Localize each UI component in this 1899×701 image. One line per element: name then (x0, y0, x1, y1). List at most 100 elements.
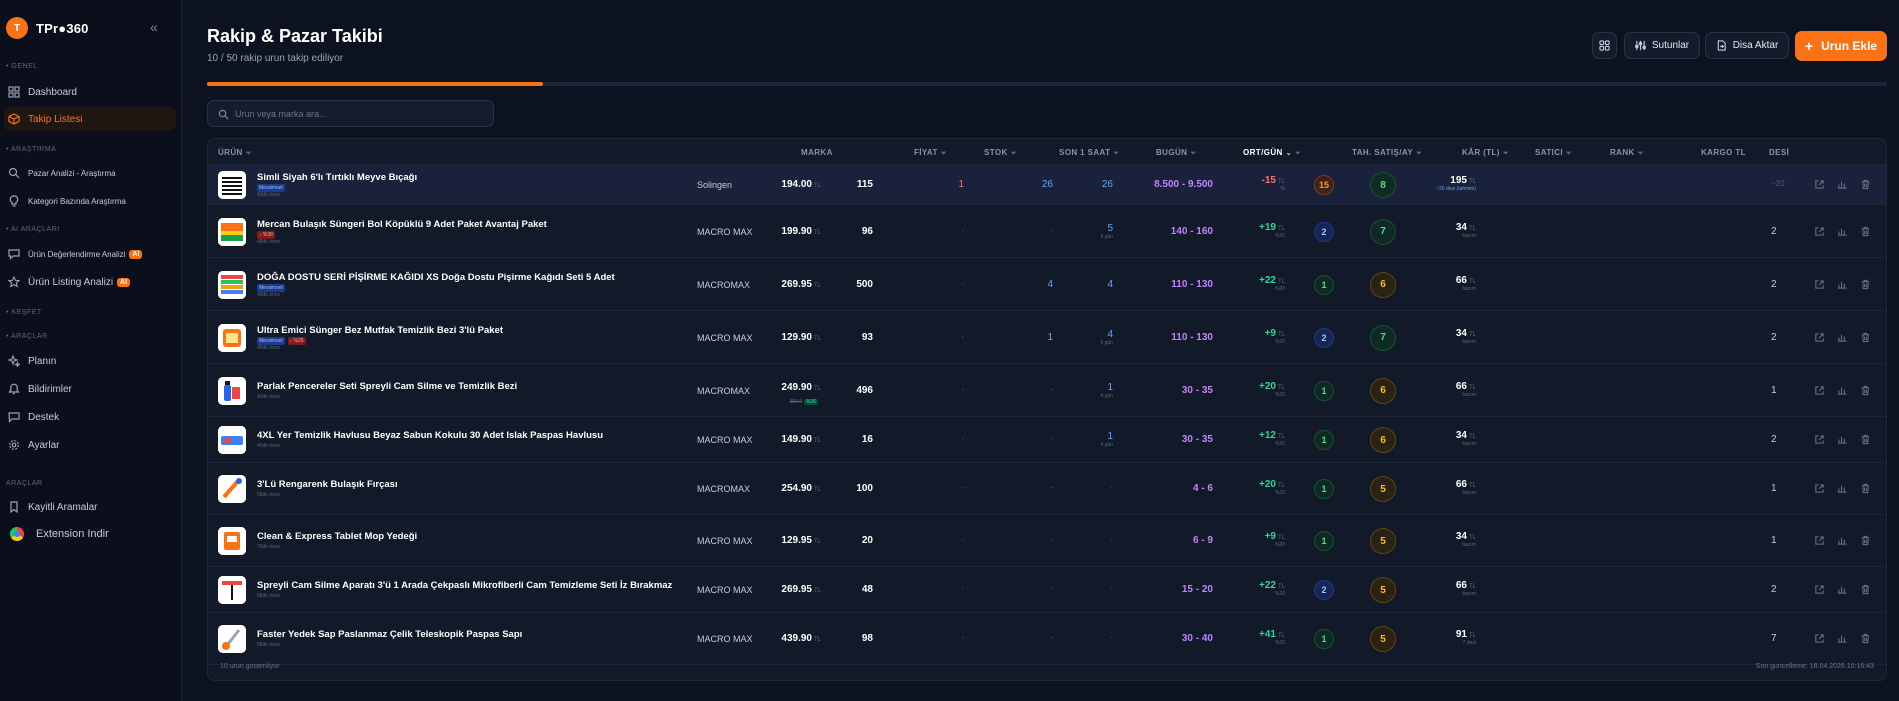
table-row[interactable]: 4XL Yer Temizlik Havlusu Beyaz Sabun Kok… (208, 417, 1886, 463)
columns-button[interactable]: Sutunlar (1624, 32, 1700, 59)
sidebar-item-dashboard[interactable]: Dashboard (4, 80, 176, 104)
product-thumbnail[interactable] (218, 475, 246, 503)
column-header-satici[interactable]: SATICI ⏷ (1535, 148, 1572, 158)
sidebar-item-bildirimler[interactable]: Bildirimler (4, 377, 176, 401)
trash-icon[interactable] (1860, 584, 1871, 595)
product-thumbnail[interactable] (218, 625, 246, 653)
sidebar-item-extension-indir[interactable]: Extension Indir (4, 522, 176, 546)
chart-icon[interactable] (1837, 385, 1848, 396)
chart-icon[interactable] (1837, 279, 1848, 290)
product-thumbnail[interactable] (218, 217, 246, 246)
today-cell: - (1050, 483, 1053, 492)
column-header-tahsatis[interactable]: TAH. SATIŞ/AY ⏷ (1352, 148, 1422, 158)
column-header-marka[interactable]: MARKA (801, 148, 833, 157)
section-label-ai-araclari: • AI ARAÇLARI (6, 226, 60, 233)
product-thumbnail[interactable] (218, 270, 246, 299)
table-row[interactable]: 3'Lü Rengarenk Bulaşık Fırçası 58dk önce M… (208, 463, 1886, 515)
column-header-son1saat[interactable]: SON 1 SAAT ⏷ (1059, 148, 1119, 158)
product-thumbnail[interactable] (218, 171, 246, 199)
collapse-sidebar-icon[interactable]: « (150, 19, 158, 35)
sidebar-item-urun-degerlendirme[interactable]: Ürün Değerlendirme Analizi AI (4, 242, 176, 266)
cargo-note: bazım (1462, 490, 1476, 496)
chart-icon[interactable] (1837, 633, 1848, 644)
table-row[interactable]: DOĞA DOSTU SERİ PİŞİRME KAĞIDI XS Doğa D… (208, 258, 1886, 311)
chart-icon[interactable] (1837, 434, 1848, 445)
table-row[interactable]: Simli Siyah 6'lı Tırtıklı Meyve Bıçağı Me… (208, 165, 1886, 205)
open-link-icon[interactable] (1814, 483, 1825, 494)
trash-icon[interactable] (1860, 434, 1871, 445)
open-link-icon[interactable] (1814, 332, 1825, 343)
table-row[interactable]: Faster Yedek Sap Paslanmaz Çelik Telesko… (208, 613, 1886, 665)
product-name[interactable]: 4XL Yer Temizlik Havlusu Beyaz Sabun Kok… (257, 430, 603, 441)
add-product-button[interactable]: + Urun Ekle (1795, 31, 1887, 61)
product-name[interactable]: Faster Yedek Sap Paslanmaz Çelik Telesko… (257, 629, 522, 640)
column-header-bugun[interactable]: BUGÜN ⏷ (1156, 148, 1196, 158)
cargo-cell: 66 TL bazım (1456, 275, 1476, 292)
open-link-icon[interactable] (1814, 633, 1825, 644)
chart-icon[interactable] (1837, 179, 1848, 190)
trash-icon[interactable] (1860, 385, 1871, 396)
product-name[interactable]: Clean & Express Tablet Mop Yedeği (257, 531, 417, 542)
chart-icon[interactable] (1837, 332, 1848, 343)
column-header-urun[interactable]: ÜRÜN ⏷ (218, 148, 252, 158)
table-row[interactable]: Ultra Emici Sünger Bez Mutfak Temizlik B… (208, 311, 1886, 364)
trash-icon[interactable] (1860, 633, 1871, 644)
column-header-rank[interactable]: RANK ⏷ (1610, 148, 1644, 158)
product-thumbnail[interactable] (218, 323, 246, 352)
trash-icon[interactable] (1860, 483, 1871, 494)
chart-icon[interactable] (1837, 226, 1848, 237)
open-link-icon[interactable] (1814, 226, 1825, 237)
open-link-icon[interactable] (1814, 179, 1825, 190)
trash-icon[interactable] (1860, 279, 1871, 290)
product-thumbnail[interactable] (218, 527, 246, 555)
product-name[interactable]: DOĞA DOSTU SERİ PİŞİRME KAĞIDI XS Doğa D… (257, 272, 615, 283)
sidebar-item-planin[interactable]: Planın (4, 349, 176, 373)
product-name[interactable]: Mercan Bulaşık Süngeri Bol Köpüklü 9 Ade… (257, 219, 547, 230)
chart-icon[interactable] (1837, 584, 1848, 595)
table-row[interactable]: Spreyli Cam Silme Aparatı 3'ü 1 Arada Çe… (208, 567, 1886, 613)
grid-view-button[interactable] (1592, 32, 1617, 59)
export-button[interactable]: Disa Aktar (1705, 32, 1789, 59)
sidebar-item-pazar-analizi[interactable]: Pazar Analizi - Araştırma (4, 161, 176, 185)
product-name[interactable]: Spreyli Cam Silme Aparatı 3'ü 1 Arada Çe… (257, 580, 672, 591)
currency-label: TL (813, 229, 821, 236)
seller-count-badge: 2 (1314, 221, 1334, 242)
product-name[interactable]: 3'Lü Rengarenk Bulaşık Fırçası (257, 479, 398, 490)
table-row[interactable]: Clean & Express Tablet Mop Yedeği 70dk ön… (208, 515, 1886, 567)
column-header-desi[interactable]: DESİ (1769, 148, 1789, 157)
column-header-kar[interactable]: KÂR (TL) ⏷ (1462, 148, 1509, 158)
sidebar-item-kayitli-aramalar[interactable]: Kayitli Aramalar (4, 495, 176, 519)
search-box[interactable] (207, 100, 494, 127)
sidebar-item-ayarlar[interactable]: Ayarlar (4, 433, 176, 457)
trash-icon[interactable] (1860, 535, 1871, 546)
sidebar-item-destek[interactable]: Destek (4, 405, 176, 429)
column-header-kargo[interactable]: KARGO TL (1701, 148, 1746, 157)
sidebar-item-kategori-arastirma[interactable]: Kategori Bazında Araştırma (4, 189, 176, 213)
table-row[interactable]: Parlak Pencereler Seti Spreyli Cam Silme… (208, 364, 1886, 417)
trash-icon[interactable] (1860, 226, 1871, 237)
column-header-ortgun[interactable]: ORT/GÜN ⌄ ⏷ (1243, 148, 1301, 158)
column-header-fiyat[interactable]: FİYAT ⏷ (914, 148, 947, 158)
chart-icon[interactable] (1837, 483, 1848, 494)
open-link-icon[interactable] (1814, 279, 1825, 290)
sidebar-item-takip-listesi[interactable]: Takip Listesi (4, 107, 176, 131)
product-thumbnail[interactable] (218, 576, 246, 604)
profit-margin: %20 (1274, 338, 1285, 345)
chart-icon[interactable] (1837, 535, 1848, 546)
product-thumbnail[interactable] (218, 426, 246, 454)
product-name[interactable]: Parlak Pencereler Seti Spreyli Cam Silme… (257, 381, 517, 392)
app-brand[interactable]: T TPr●360 (6, 17, 89, 39)
trash-icon[interactable] (1860, 179, 1871, 190)
trash-icon[interactable] (1860, 332, 1871, 343)
column-header-stok[interactable]: STOK ⏷ (984, 148, 1017, 158)
open-link-icon[interactable] (1814, 434, 1825, 445)
product-name[interactable]: Simli Siyah 6'lı Tırtıklı Meyve Bıçağı (257, 172, 417, 183)
table-row[interactable]: Mercan Bulaşık Süngeri Bol Köpüklü 9 Ade… (208, 205, 1886, 258)
search-input[interactable] (235, 101, 485, 126)
open-link-icon[interactable] (1814, 535, 1825, 546)
product-name[interactable]: Ultra Emici Sünger Bez Mutfak Temizlik B… (257, 325, 503, 336)
open-link-icon[interactable] (1814, 584, 1825, 595)
product-thumbnail[interactable] (218, 376, 246, 405)
sidebar-item-urun-listing[interactable]: Ürün Listing Analizi AI (4, 270, 176, 294)
open-link-icon[interactable] (1814, 385, 1825, 396)
